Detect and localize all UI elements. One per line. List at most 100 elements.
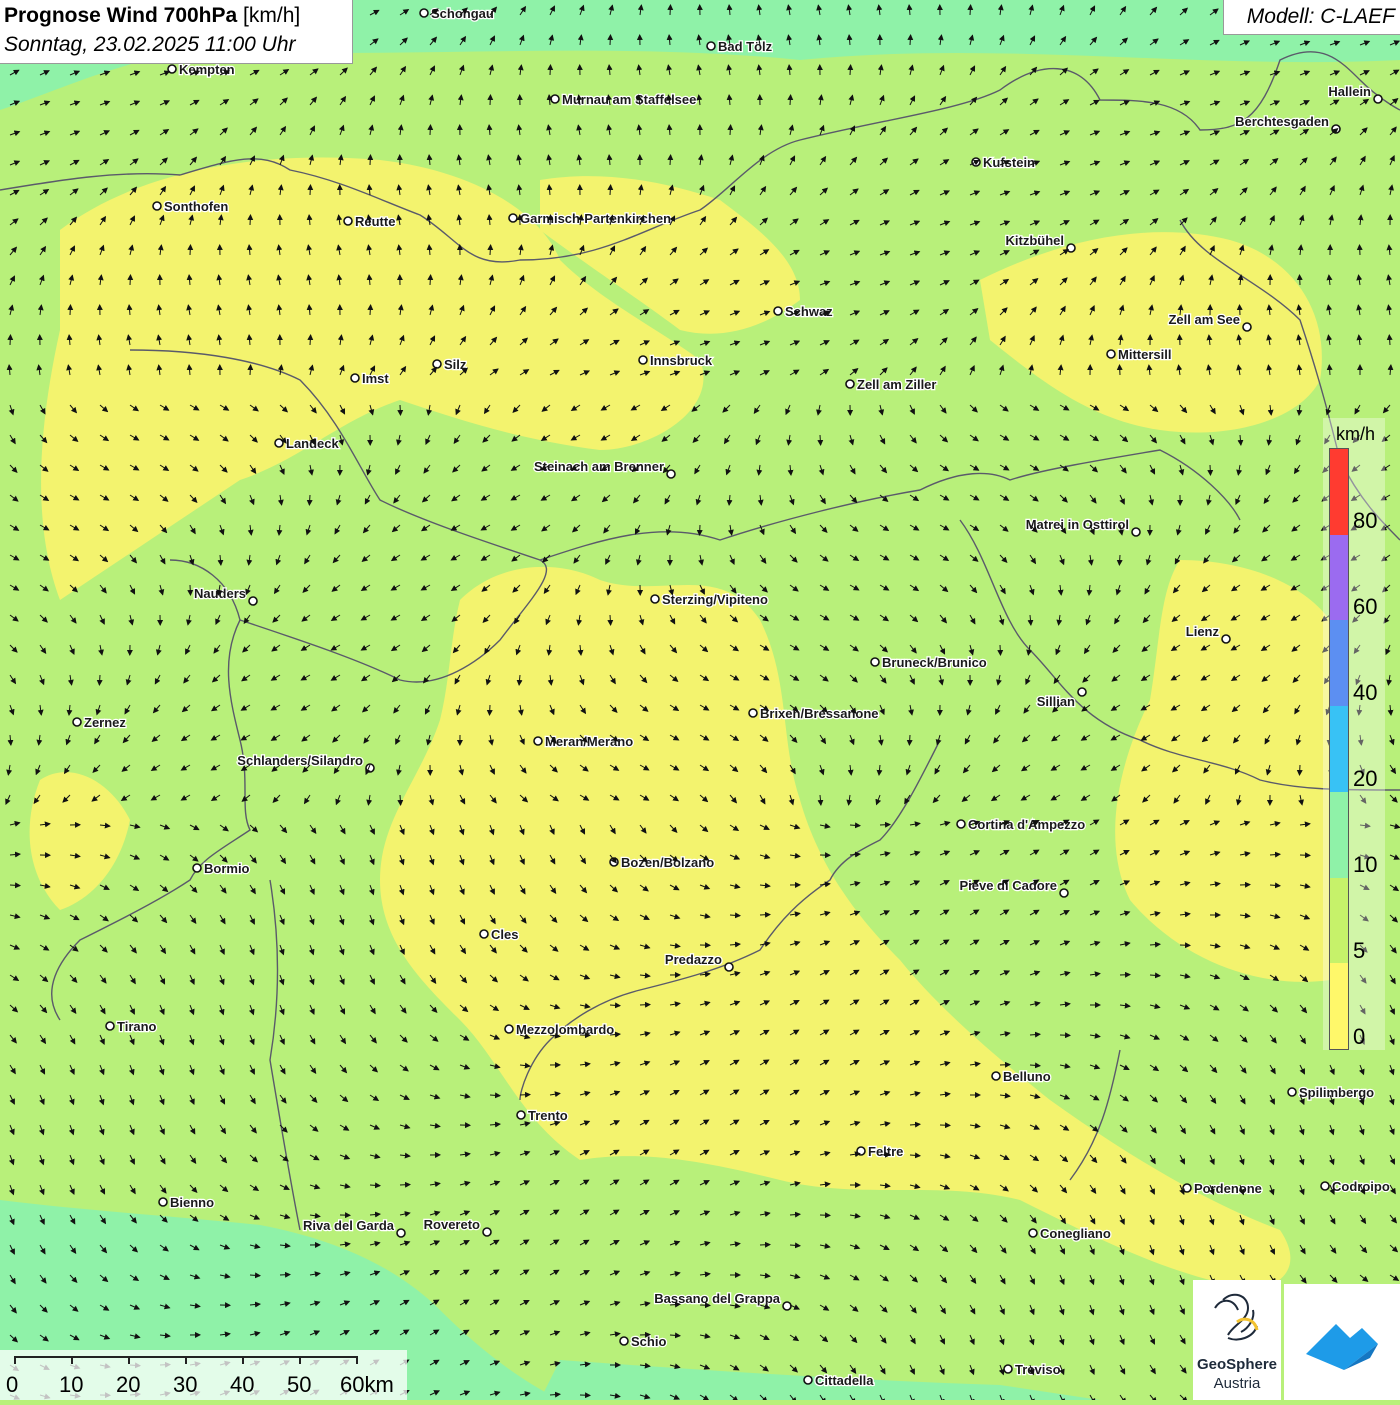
wind-arrow — [400, 1185, 410, 1186]
geosphere-icon — [1193, 1280, 1281, 1356]
city-dot — [73, 718, 81, 726]
city-dot — [1321, 1182, 1329, 1190]
city-dot — [749, 709, 757, 717]
scale-label: 60km — [340, 1372, 394, 1398]
wind-arrow — [1329, 365, 1330, 375]
city-label: Nauders — [194, 586, 246, 601]
city-label: Cortina d'Ampezzo — [968, 817, 1085, 832]
scale-label: 50 — [287, 1372, 311, 1398]
model-label: Modell: C-LAEF — [1247, 5, 1395, 29]
city-label: Schio — [631, 1334, 666, 1349]
legend-segment — [1330, 449, 1348, 535]
city-label: Sillian — [1037, 694, 1075, 709]
city-dot — [480, 930, 488, 938]
wind-arrow — [550, 215, 551, 225]
city-label: Conegliano — [1040, 1226, 1111, 1241]
wind-arrow — [10, 335, 11, 345]
city-dot — [992, 1072, 1000, 1080]
map-title: Prognose Wind 700hPa [km/h] — [4, 4, 300, 28]
city-label: Rovereto — [424, 1217, 480, 1232]
legend-label: 0 — [1353, 1026, 1365, 1048]
legend-segment — [1330, 620, 1348, 706]
wind-arrow — [1389, 335, 1390, 345]
wind-arrow — [1210, 465, 1211, 475]
wind-arrow — [970, 5, 971, 15]
scale-tick — [185, 1356, 187, 1364]
city-dot — [667, 470, 675, 478]
city-label: Hallein — [1328, 84, 1371, 99]
city-label: Zell am Ziller — [857, 377, 936, 392]
legend-segment — [1330, 878, 1348, 964]
city-dot — [351, 374, 359, 382]
legend-label: 80 — [1353, 510, 1377, 532]
city-label: Zernez — [84, 715, 126, 730]
city-dot — [620, 1337, 628, 1345]
wind-arrow — [730, 125, 731, 135]
legend-label: 60 — [1353, 596, 1377, 618]
city-label: Trento — [528, 1108, 568, 1123]
wind-arrow — [820, 435, 821, 445]
wind-arrow — [250, 1275, 260, 1276]
legend-segment — [1330, 535, 1348, 621]
city-label: Schlanders/Silandro — [237, 753, 363, 768]
city-label: Matrei in Osttirol — [1026, 517, 1129, 532]
legend-bar — [1329, 448, 1349, 1050]
city-label: Zell am See — [1168, 312, 1240, 327]
city-label: Bruneck/Brunico — [882, 655, 987, 670]
city-dot — [774, 307, 782, 315]
city-label: Steinach am Brenner — [534, 459, 664, 474]
city-dot — [159, 1198, 167, 1206]
legend-unit: km/h — [1336, 424, 1375, 445]
wind-arrow — [670, 5, 671, 15]
scale-label: 40 — [230, 1372, 254, 1398]
city-label: Kufstein — [983, 155, 1035, 170]
wind-arrow — [490, 95, 491, 105]
wind-arrow — [430, 125, 431, 135]
city-dot — [846, 380, 854, 388]
wind-arrow — [670, 155, 671, 165]
wind-arrow — [250, 215, 251, 225]
map-datetime: Sonntag, 23.02.2025 11:00 Uhr — [4, 33, 296, 57]
city-dot — [193, 864, 201, 872]
city-dot — [1132, 528, 1140, 536]
city-label: Schwaz — [785, 304, 833, 319]
scale-tick — [299, 1356, 301, 1364]
legend-label: 40 — [1353, 682, 1377, 704]
wind-arrow — [610, 185, 611, 195]
wind-arrow — [550, 65, 551, 75]
city-dot — [397, 1229, 405, 1237]
city-label: Tirano — [117, 1019, 157, 1034]
city-dot — [1078, 688, 1086, 696]
scale-tick — [356, 1356, 358, 1364]
city-label: Garmisch-Partenkirchen — [520, 211, 671, 226]
wind-arrow — [1360, 245, 1361, 255]
city-dot — [1029, 1229, 1037, 1237]
wind-arrow — [850, 65, 851, 75]
wind-arrow — [400, 795, 401, 805]
color-legend: km/h 806040201050 — [1323, 418, 1385, 1050]
wind-arrow — [1300, 765, 1301, 775]
city-label: Mezzolombardo — [516, 1022, 614, 1037]
city-label: Innsbruck — [650, 353, 713, 368]
city-label: Bienno — [170, 1195, 214, 1210]
wind-arrow — [1119, 555, 1120, 565]
scale-tick — [242, 1356, 244, 1364]
city-label: Cles — [491, 927, 518, 942]
scale-tick — [71, 1356, 73, 1364]
wind-arrow — [400, 405, 401, 415]
wind-arrow — [760, 915, 770, 916]
city-label: Riva del Garda — [303, 1218, 395, 1233]
geosphere-logo: GeoSphere Austria — [1193, 1280, 1281, 1400]
wind-arrow — [370, 155, 371, 165]
wind-arrow — [610, 615, 611, 625]
legend-label: 10 — [1353, 854, 1377, 876]
wind-arrow — [910, 35, 911, 45]
city-dot — [420, 9, 428, 17]
wind-arrow — [310, 185, 311, 195]
scale-label: 20 — [116, 1372, 140, 1398]
city-dot — [1374, 95, 1382, 103]
city-dot — [871, 658, 879, 666]
city-dot — [1243, 323, 1251, 331]
city-label: Berchtesgaden — [1235, 114, 1329, 129]
wind-arrow — [1240, 305, 1241, 315]
